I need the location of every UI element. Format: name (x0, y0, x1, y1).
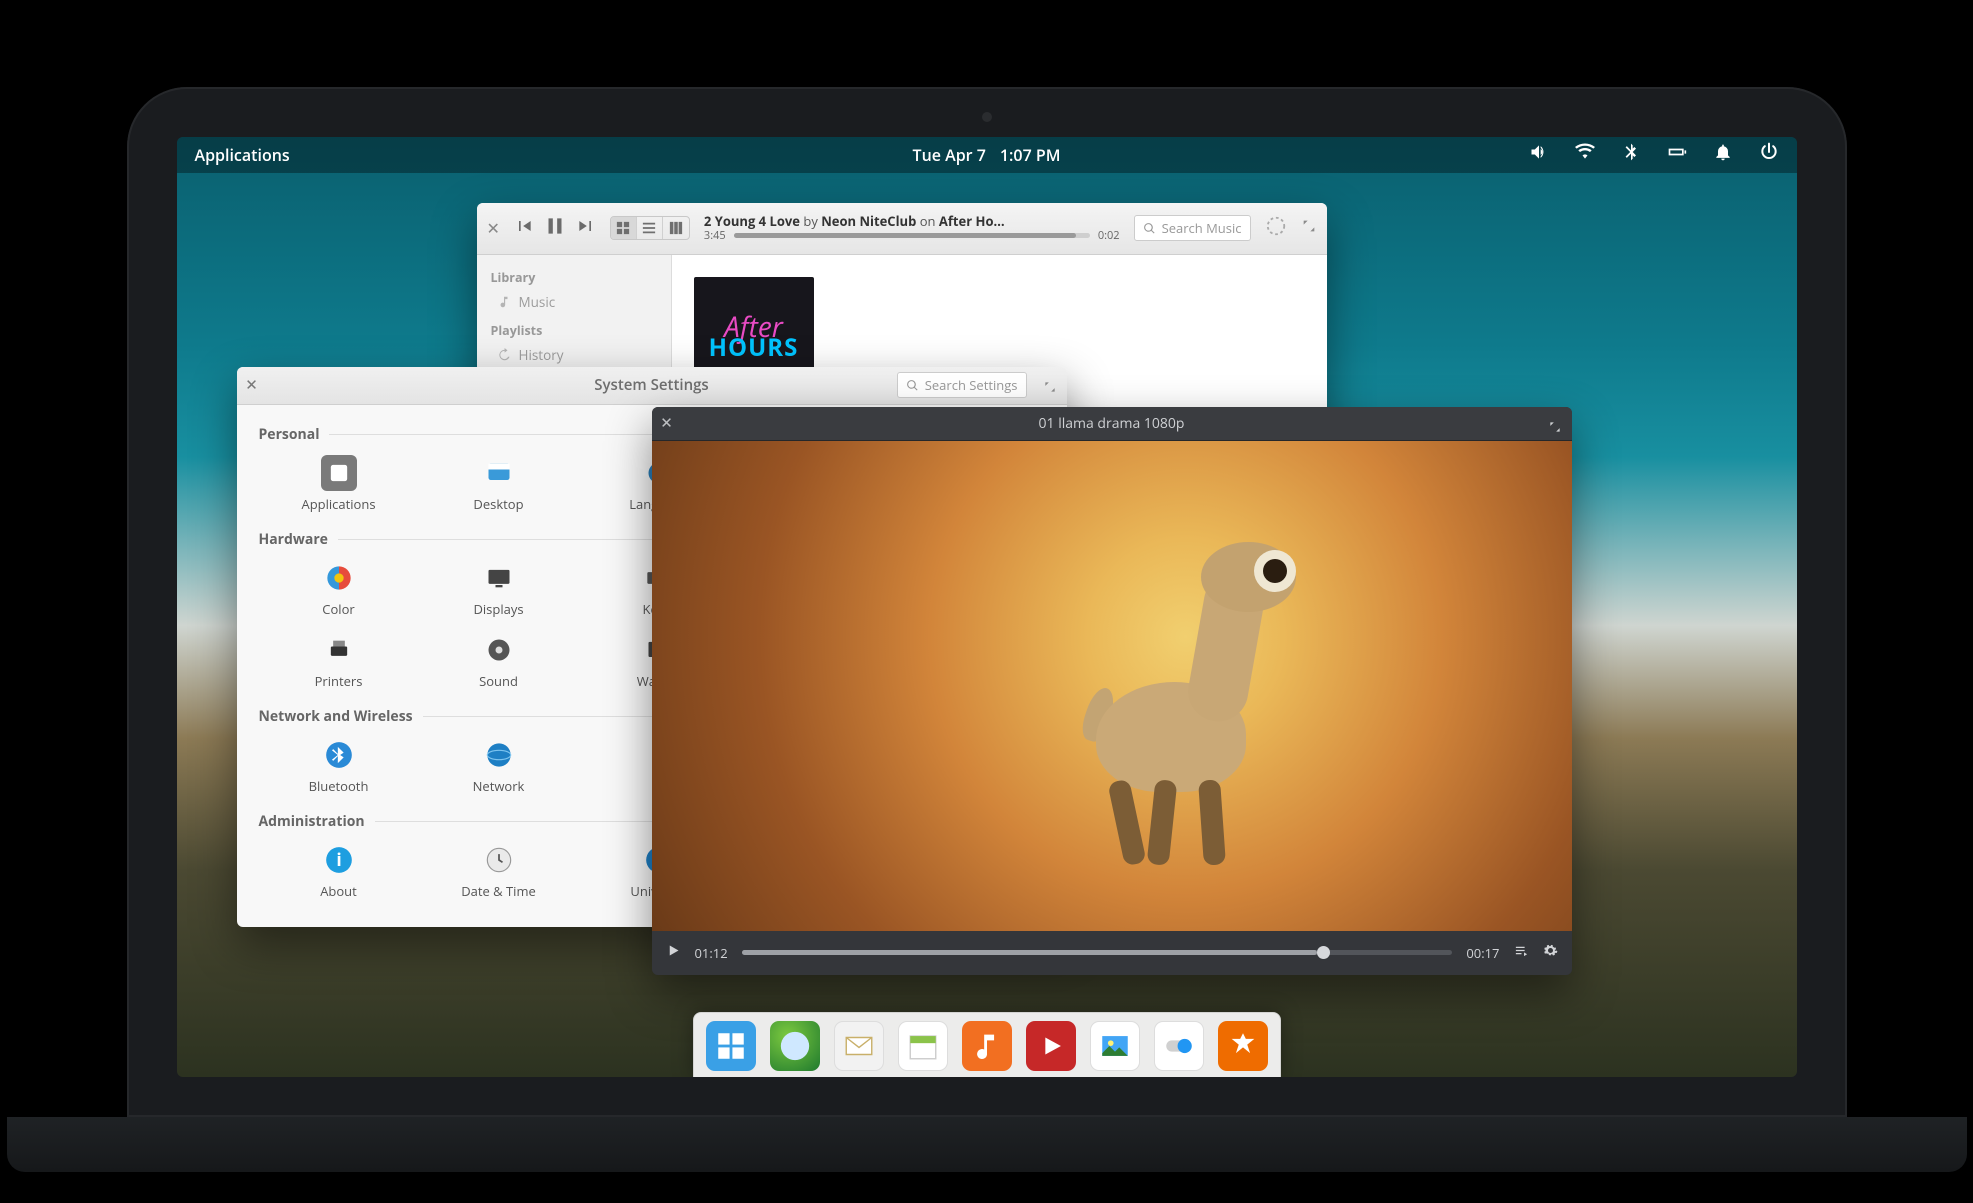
grid-view-icon[interactable] (611, 217, 637, 239)
video-elapsed: 01:12 (695, 944, 728, 962)
settings-item-applications[interactable]: Applications (259, 448, 419, 520)
top-panel: Applications Tue Apr 7 1:07 PM (177, 137, 1797, 173)
window-title: System Settings (594, 375, 708, 395)
power-icon[interactable] (1759, 142, 1779, 167)
time-remaining: 0:02 (1098, 229, 1120, 242)
sidebar-header-playlists: Playlists (477, 316, 671, 341)
dock-app-videos[interactable] (1026, 1021, 1076, 1071)
sidebar-header-library: Library (477, 263, 671, 288)
video-frame-llama (1056, 532, 1306, 872)
dock (693, 1012, 1281, 1077)
dock-app-mail[interactable] (834, 1021, 884, 1071)
settings-search-input[interactable]: Search Settings (897, 372, 1027, 398)
equalizer-icon[interactable] (1265, 215, 1287, 242)
previous-button[interactable] (514, 216, 534, 241)
dock-app-multitask[interactable] (706, 1021, 756, 1071)
close-icon[interactable]: ✕ (487, 217, 500, 239)
dock-app-appcenter[interactable] (1218, 1021, 1268, 1071)
panel-date[interactable]: Tue Apr 7 (913, 144, 986, 166)
maximize-icon[interactable] (1301, 217, 1317, 239)
time-elapsed: 3:45 (704, 229, 726, 242)
volume-icon[interactable] (1529, 142, 1549, 167)
battery-icon[interactable] (1667, 142, 1687, 167)
applications-menu[interactable]: Applications (195, 144, 290, 166)
close-icon[interactable]: ✕ (660, 416, 674, 430)
gear-icon[interactable] (1543, 943, 1558, 962)
bluetooth-icon[interactable] (1621, 142, 1641, 167)
dock-app-music[interactable] (962, 1021, 1012, 1071)
maximize-icon[interactable] (1548, 419, 1562, 433)
track-artist: Neon NiteClub (821, 212, 916, 230)
settings-item-datetime[interactable]: Date & Time (419, 835, 579, 907)
video-player-window: ✕ 01 llama drama 1080p 01:12 00:17 (652, 407, 1572, 975)
panel-time[interactable]: 1:07 PM (1000, 144, 1061, 166)
track-album: After Ho… (939, 212, 1005, 230)
settings-item-sound[interactable]: Sound (419, 625, 579, 697)
playlist-icon[interactable] (1514, 943, 1529, 962)
settings-item-color[interactable]: Color (259, 553, 419, 625)
laptop-base (7, 1117, 1967, 1172)
notifications-icon[interactable] (1713, 142, 1733, 167)
play-button[interactable] (666, 943, 681, 962)
settings-item-desktop[interactable]: Desktop (419, 448, 579, 520)
sidebar-item-history[interactable]: History (477, 341, 671, 369)
video-remaining: 00:17 (1466, 944, 1499, 962)
track-title: 2 Young 4 Love (704, 212, 800, 230)
settings-item-bluetooth[interactable]: Bluetooth (259, 730, 419, 802)
list-view-icon[interactable] (637, 217, 663, 239)
dock-app-switchboard[interactable] (1154, 1021, 1204, 1071)
settings-item-printers[interactable]: Printers (259, 625, 419, 697)
seek-bar[interactable] (734, 233, 1090, 238)
settings-item-displays[interactable]: Displays (419, 553, 579, 625)
window-title: 01 llama drama 1080p (1039, 414, 1185, 433)
svg-text:i: i (336, 847, 341, 871)
now-playing-display: 2 Young 4 Love by Neon NiteClub on After… (704, 214, 1120, 243)
dock-app-calendar[interactable] (898, 1021, 948, 1071)
close-icon[interactable]: ✕ (245, 378, 259, 392)
pause-button[interactable] (542, 213, 568, 244)
dock-app-web[interactable] (770, 1021, 820, 1071)
video-seek-bar[interactable] (742, 950, 1453, 955)
video-controls: 01:12 00:17 (652, 931, 1572, 975)
sidebar-item-music[interactable]: Music (477, 288, 671, 316)
next-button[interactable] (576, 216, 596, 241)
view-mode-toggle[interactable] (610, 216, 690, 240)
settings-item-network[interactable]: Network (419, 730, 579, 802)
laptop-camera (982, 112, 992, 122)
video-canvas[interactable] (652, 441, 1572, 931)
column-view-icon[interactable] (663, 217, 689, 239)
wifi-icon[interactable] (1575, 142, 1595, 167)
dock-app-photos[interactable] (1090, 1021, 1140, 1071)
music-search-input[interactable]: Search Music (1134, 215, 1251, 241)
settings-item-about[interactable]: iAbout (259, 835, 419, 907)
maximize-icon[interactable] (1043, 379, 1057, 393)
